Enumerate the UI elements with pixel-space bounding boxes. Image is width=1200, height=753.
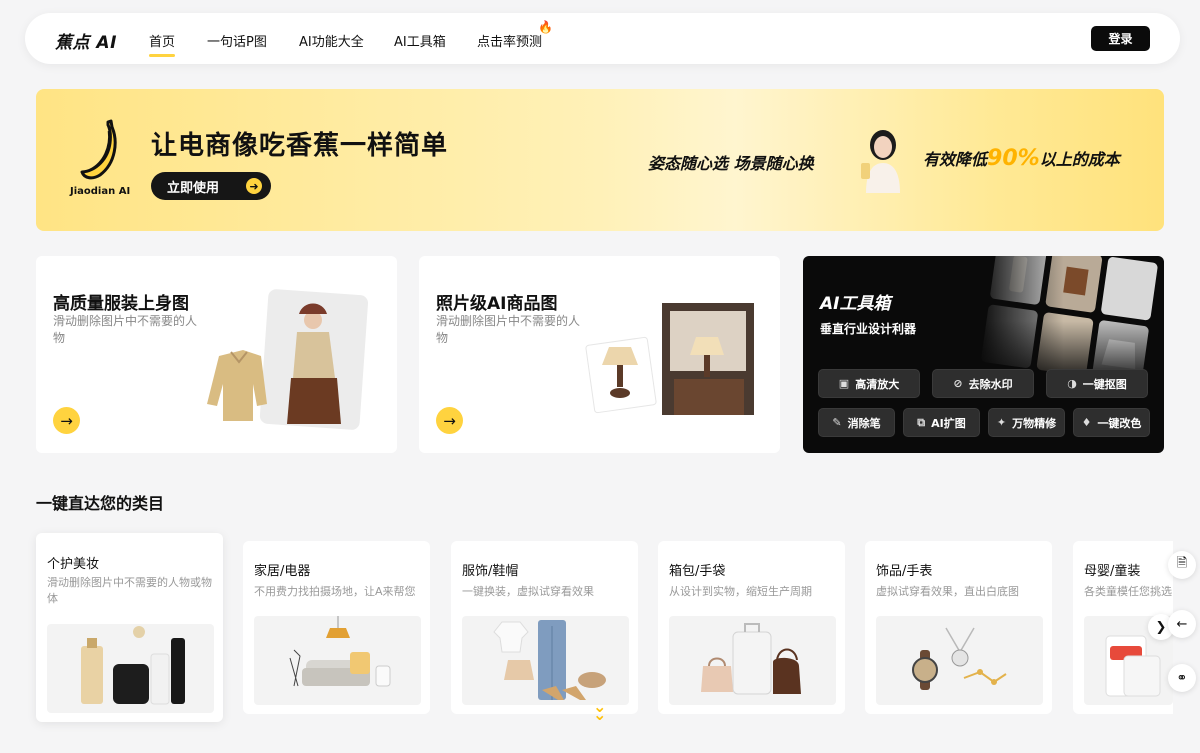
top-nav: 蕉点 AI 首页 一句话P图 AI功能大全 AI工具箱 点击率预测 🔥 登录 bbox=[25, 13, 1180, 64]
arrow-right-icon: → bbox=[443, 411, 456, 430]
arrow-right-button[interactable]: → bbox=[53, 407, 80, 434]
tool-recolor-button[interactable]: ♦ 一键改色 bbox=[1073, 408, 1150, 437]
section-title: 一键直达您的类目 bbox=[36, 494, 165, 513]
eraser-pen-icon: ✎ bbox=[832, 416, 842, 429]
slogan-right-percent: 90% bbox=[987, 146, 1040, 171]
ai-toolbox-card: AI工具箱 垂直行业设计利器 ▣ 高清放大 ⊘ 去除水印 ◑ 一键抠图 ✎ 消除笔 ⧉ A… bbox=[803, 256, 1164, 453]
category-desc: 一键换装，虚拟试穿看效果 bbox=[462, 585, 594, 598]
feature-desc: 滑动删除图片中不需要的人物 bbox=[53, 314, 198, 345]
chevron-right-icon: ❯ bbox=[1155, 619, 1167, 635]
apparel-illustration bbox=[207, 289, 369, 430]
category-card-beauty[interactable]: 个护美妆 滑动删除图片中不需要的人物或物体 bbox=[36, 533, 223, 722]
category-card-jewelry[interactable]: 饰品/手表 虚拟试穿看效果，直出白底图 bbox=[865, 541, 1052, 714]
tool-remove-watermark-button[interactable]: ⊘ 去除水印 bbox=[932, 369, 1034, 398]
tool-label: 万物精修 bbox=[1012, 416, 1057, 430]
cutout-icon: ◑ bbox=[1067, 377, 1077, 390]
category-card-apparel[interactable]: 服饰/鞋帽 一键换装，虚拟试穿看效果 bbox=[451, 541, 638, 714]
category-image bbox=[254, 616, 421, 705]
nav-item-ctr-prediction[interactable]: 点击率预测 bbox=[477, 31, 542, 50]
back-button[interactable]: ← bbox=[1168, 610, 1196, 638]
feature-desc: 滑动删除图片中不需要的人物 bbox=[436, 314, 581, 345]
logo[interactable]: 蕉点 AI bbox=[55, 28, 117, 53]
hero-banner: Jiaodian AI 让电商像吃香蕉一样简单 立即使用 ➜ 姿态随心选 场景随… bbox=[36, 89, 1164, 231]
tool-label: AI扩图 bbox=[931, 416, 966, 430]
expand-icon: ⧉ bbox=[917, 415, 926, 429]
scroll-down-icon[interactable]: ⌄ ⌄ bbox=[593, 699, 606, 723]
slogan-right-suffix: 以上的成本 bbox=[1039, 150, 1120, 169]
nav-item-ai-toolbox[interactable]: AI工具箱 bbox=[394, 31, 446, 50]
start-now-label: 立即使用 bbox=[167, 180, 220, 196]
category-desc: 各类童模任您挑选 bbox=[1084, 585, 1172, 598]
jewelry-illustration bbox=[912, 627, 1007, 690]
category-title: 母婴/童装 bbox=[1084, 564, 1141, 579]
banana-logo-icon bbox=[80, 119, 117, 180]
category-desc: 从设计到实物，缩短生产周期 bbox=[669, 585, 812, 598]
bags-illustration bbox=[701, 623, 801, 695]
category-card-home[interactable]: 家居/电器 不用费力找拍摄场地，让A来帮您 bbox=[243, 541, 430, 714]
support-button[interactable]: ⚭ bbox=[1168, 664, 1196, 692]
document-icon: 🗎 bbox=[1176, 556, 1188, 571]
fire-icon: 🔥 bbox=[538, 20, 553, 34]
arrow-right-button[interactable]: → bbox=[436, 407, 463, 434]
tool-label: 消除笔 bbox=[847, 416, 881, 430]
feature-title: 照片级AI商品图 bbox=[436, 294, 558, 314]
arrow-right-icon: → bbox=[60, 411, 73, 430]
tool-retouch-button[interactable]: ✦ 万物精修 bbox=[988, 408, 1065, 437]
category-title: 家居/电器 bbox=[254, 564, 311, 579]
furniture-illustration bbox=[289, 616, 391, 687]
slogan-right-prefix: 有效降低 bbox=[923, 150, 988, 169]
category-title: 饰品/手表 bbox=[876, 564, 933, 579]
cosmetics-illustration bbox=[81, 626, 185, 705]
tool-label: 一键改色 bbox=[1097, 416, 1142, 430]
category-title: 个护美妆 bbox=[47, 557, 100, 572]
remove-watermark-icon: ⊘ bbox=[953, 377, 963, 390]
feature-card-apparel[interactable]: 高质量服装上身图 滑动删除图片中不需要的人物 → bbox=[36, 256, 397, 453]
arrow-left-icon: ← bbox=[1176, 616, 1188, 632]
headset-icon: ⚭ bbox=[1176, 670, 1188, 686]
magic-wand-icon: ✦ bbox=[996, 416, 1007, 429]
toolbox-title: AI工具箱 bbox=[820, 294, 891, 314]
tool-label: 高清放大 bbox=[855, 377, 900, 391]
category-title: 箱包/手袋 bbox=[669, 564, 726, 579]
recolor-icon: ♦ bbox=[1081, 416, 1092, 429]
category-image bbox=[876, 616, 1043, 705]
slogan-right: 有效降低90%以上的成本 bbox=[923, 146, 1120, 171]
nav-item-ai-features[interactable]: AI功能大全 bbox=[299, 31, 364, 50]
document-button[interactable]: 🗎 bbox=[1168, 551, 1196, 579]
feature-title: 高质量服装上身图 bbox=[53, 294, 189, 314]
toolbox-background-collage bbox=[978, 256, 1164, 386]
category-desc: 不用费力找拍摄场地，让A来帮您 bbox=[254, 585, 416, 598]
tool-eraser-pen-button[interactable]: ✎ 消除笔 bbox=[818, 408, 895, 437]
category-card-bags[interactable]: 箱包/手袋 从设计到实物，缩短生产周期 bbox=[658, 541, 845, 714]
tool-cutout-button[interactable]: ◑ 一键抠图 bbox=[1046, 369, 1148, 398]
nav-item-home[interactable]: 首页 bbox=[149, 31, 176, 57]
category-image bbox=[462, 616, 629, 705]
tool-ai-expand-button[interactable]: ⧉ AI扩图 bbox=[903, 408, 980, 437]
category-image bbox=[669, 616, 836, 705]
category-desc: 滑动删除图片中不需要的人物或物体 bbox=[47, 576, 212, 605]
login-button[interactable]: 登录 bbox=[1091, 26, 1150, 51]
tool-label: 去除水印 bbox=[968, 377, 1013, 391]
nav-item-one-sentence-edit[interactable]: 一句话P图 bbox=[207, 31, 267, 50]
category-title: 服饰/鞋帽 bbox=[462, 564, 519, 579]
tool-upscale-button[interactable]: ▣ 高清放大 bbox=[818, 369, 920, 398]
lamp-illustration bbox=[585, 303, 754, 415]
brand-text: Jiaodian AI bbox=[70, 186, 131, 197]
category-image bbox=[47, 624, 214, 713]
slogan-left: 姿态随心选 场景随心换 bbox=[648, 154, 814, 173]
model-photo bbox=[861, 130, 900, 193]
banner-title: 让电商像吃香蕉一样简单 bbox=[151, 131, 449, 161]
upscale-icon: ▣ bbox=[838, 377, 850, 390]
category-desc: 虚拟试穿看效果，直出白底图 bbox=[876, 585, 1019, 598]
tool-label: 一键抠图 bbox=[1082, 377, 1127, 391]
arrow-right-icon: ➜ bbox=[246, 178, 262, 194]
start-now-button[interactable]: 立即使用 ➜ bbox=[151, 172, 271, 200]
clothing-illustration bbox=[493, 620, 606, 700]
feature-card-product[interactable]: 照片级AI商品图 滑动删除图片中不需要的人物 → bbox=[419, 256, 780, 453]
toolbox-subtitle: 垂直行业设计利器 bbox=[820, 322, 917, 336]
